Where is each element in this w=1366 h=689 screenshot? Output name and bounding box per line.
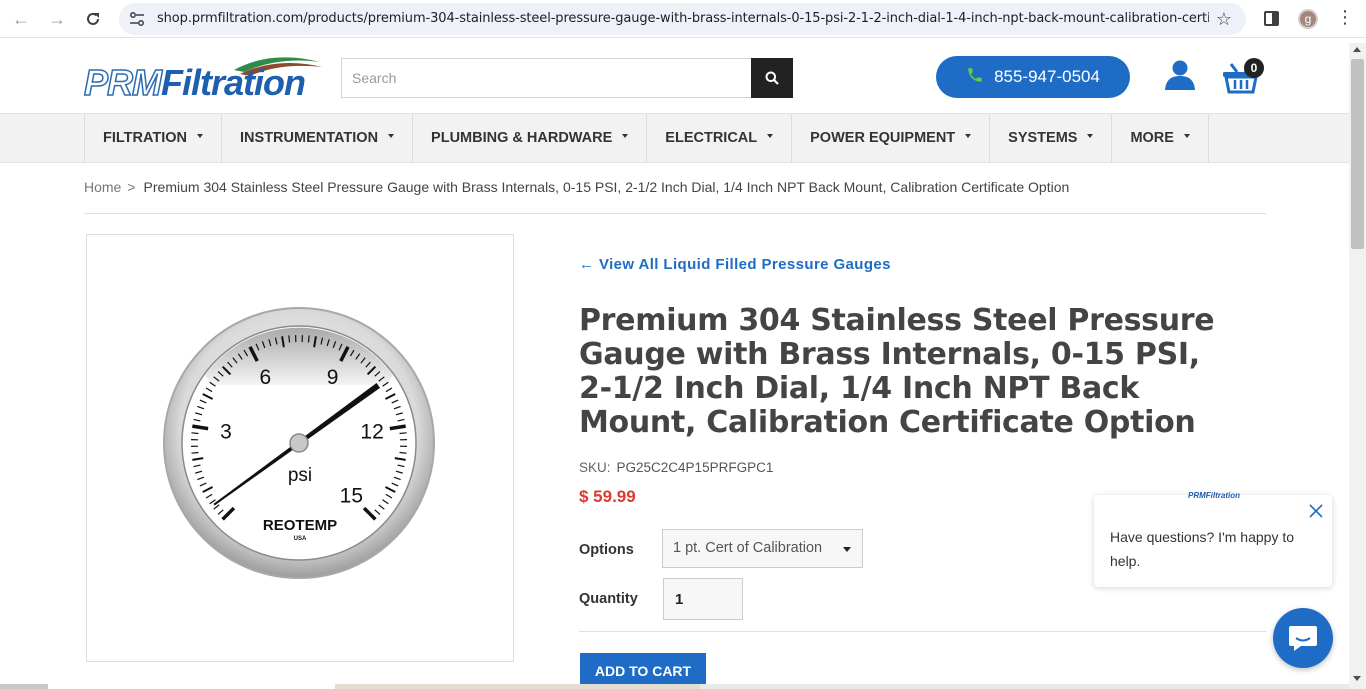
product-price: $ 59.99 xyxy=(579,487,636,506)
breadcrumb-home-link[interactable]: Home xyxy=(84,179,121,195)
product-title: Premium 304 Stainless Steel Pressure Gau… xyxy=(579,303,1215,440)
breadcrumb-current: Premium 304 Stainless Steel Pressure Gau… xyxy=(143,179,1070,195)
nav-item-plumbing-hardware[interactable]: PLUMBING & HARDWARE xyxy=(412,114,646,162)
address-bar[interactable]: shop.prmfiltration.com/products/premium-… xyxy=(119,3,1246,35)
sku: SKU: PG25C2C4P15PRFGPC1 xyxy=(579,460,773,475)
options-select[interactable]: 1 pt. Cert of Calibration xyxy=(662,529,863,568)
nav-item-label: PLUMBING & HARDWARE xyxy=(431,130,613,146)
chevron-down-icon xyxy=(197,134,204,138)
browser-menu-icon[interactable]: ⋮ xyxy=(1336,8,1354,26)
gauge-tick xyxy=(288,335,291,343)
gauge-pivot xyxy=(289,433,309,453)
site-search xyxy=(341,58,793,98)
product-image[interactable]: 3 6 9 12 15 psi REOTEMP USA xyxy=(86,234,514,662)
logo-filtration-text: Filtration xyxy=(161,62,306,103)
bookmark-star-icon[interactable]: ☆ xyxy=(1216,9,1232,30)
url-text[interactable]: shop.prmfiltration.com/products/premium-… xyxy=(157,11,1209,26)
logo-prm-text: PRM xyxy=(83,61,163,104)
chat-launcher-button[interactable] xyxy=(1273,608,1333,668)
sku-label: SKU: xyxy=(579,460,611,475)
options-selected-value: 1 pt. Cert of Calibration xyxy=(673,540,823,556)
gauge-tick xyxy=(191,432,199,435)
options-label: Options xyxy=(579,542,634,558)
gauge-brand: REOTEMP xyxy=(263,517,337,534)
phone-number: 855-947-0504 xyxy=(994,67,1100,86)
gauge-scale-label: 12 xyxy=(360,420,383,443)
site-settings-icon[interactable] xyxy=(129,11,145,27)
main-navigation: FILTRATION INSTRUMENTATION PLUMBING & HARD… xyxy=(0,113,1349,163)
sku-value: PG25C2C4P15PRFGPC1 xyxy=(616,460,774,475)
phone-icon xyxy=(966,66,984,89)
nav-item-power-equipment[interactable]: POWER EQUIPMENT xyxy=(791,114,989,162)
nav-item-label: INSTRUMENTATION xyxy=(240,130,379,146)
cart-count-badge: 0 xyxy=(1244,58,1264,78)
back-to-collection-link[interactable]: ← View All Liquid Filled Pressure Gauges xyxy=(579,256,891,273)
scroll-down-arrow-icon[interactable] xyxy=(1353,676,1361,681)
chevron-down-icon xyxy=(622,134,629,138)
chevron-down-icon xyxy=(388,134,395,138)
nav-item-label: MORE xyxy=(1130,130,1174,146)
scrollbar-thumb[interactable] xyxy=(1351,59,1364,249)
quantity-label: Quantity xyxy=(579,591,638,607)
site-logo[interactable]: PRMFiltration xyxy=(83,52,324,104)
gauge-scale-label: 6 xyxy=(260,366,272,389)
pressure-gauge-image: 3 6 9 12 15 psi REOTEMP USA xyxy=(163,307,435,579)
gauge-tick xyxy=(307,335,310,343)
breadcrumb: Home > Premium 304 Stainless Steel Pressur… xyxy=(84,179,1069,195)
search-button[interactable] xyxy=(751,58,793,98)
nav-item-label: SYSTEMS xyxy=(1008,130,1078,146)
search-icon xyxy=(765,71,779,85)
side-panel-icon[interactable] xyxy=(1264,11,1279,26)
gauge-scale-label: 3 xyxy=(220,420,232,443)
chat-bubble-icon xyxy=(1289,626,1317,651)
chevron-down-icon xyxy=(1183,134,1190,138)
nav-item-label: FILTRATION xyxy=(103,130,188,146)
nav-item-instrumentation[interactable]: INSTRUMENTATION xyxy=(221,114,412,162)
browser-toolbar: ← → shop.prmfiltration.com/products/prem… xyxy=(0,0,1366,38)
forward-icon[interactable]: → xyxy=(44,6,70,32)
nav-item-label: ELECTRICAL xyxy=(665,130,758,146)
chevron-down-icon xyxy=(767,134,774,138)
bottom-content-strip xyxy=(0,684,1349,689)
scroll-up-arrow-icon[interactable] xyxy=(1353,47,1361,52)
profile-avatar[interactable]: g xyxy=(1298,9,1318,29)
gauge-scale-label: 9 xyxy=(327,366,339,389)
account-icon[interactable] xyxy=(1163,58,1197,92)
nav-item-electrical[interactable]: ELECTRICAL xyxy=(646,114,791,162)
chat-logo: PRMFiltration xyxy=(1188,491,1240,500)
reload-icon[interactable] xyxy=(80,6,106,32)
gauge-tick xyxy=(191,451,199,454)
chat-popup: PRMFiltration Have questions? I'm happy … xyxy=(1094,491,1332,587)
nav-item-more[interactable]: MORE xyxy=(1111,114,1209,162)
product-info-divider xyxy=(579,631,1266,632)
chevron-down-icon xyxy=(1087,134,1094,138)
close-icon[interactable] xyxy=(1308,503,1324,519)
search-input[interactable] xyxy=(342,59,752,97)
chevron-down-icon xyxy=(965,134,972,138)
nav-item-filtration[interactable]: FILTRATION xyxy=(84,114,221,162)
chevron-down-icon xyxy=(843,547,851,552)
quantity-input[interactable] xyxy=(663,578,743,620)
gauge-unit: psi xyxy=(288,465,312,486)
back-icon[interactable]: ← xyxy=(8,6,34,32)
breadcrumb-separator: > xyxy=(127,179,136,195)
breadcrumb-divider xyxy=(84,213,1266,214)
gauge-brand-sub: USA xyxy=(294,536,307,542)
gauge-tick xyxy=(399,451,407,454)
gauge-tick xyxy=(192,424,209,431)
nav-item-label: POWER EQUIPMENT xyxy=(810,130,956,146)
gauge-scale-label: 15 xyxy=(340,484,363,507)
gauge-tick xyxy=(389,424,406,431)
page-scrollbar[interactable] xyxy=(1349,43,1366,689)
nav-item-systems[interactable]: SYSTEMS xyxy=(989,114,1111,162)
phone-button[interactable]: 855-947-0504 xyxy=(936,56,1130,98)
gauge-tick xyxy=(399,432,407,435)
chat-message: Have questions? I'm happy to help. xyxy=(1110,529,1295,569)
